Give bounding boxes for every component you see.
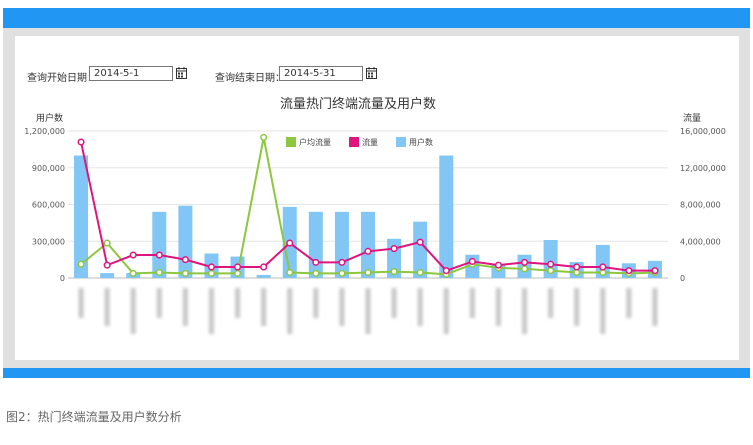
- flow-point: [103, 261, 111, 269]
- flow-point: [416, 238, 424, 246]
- flow-point: [651, 267, 659, 275]
- legend-swatch: [349, 137, 359, 147]
- flow-point: [286, 239, 294, 247]
- flow-point: [338, 258, 346, 266]
- legend-swatch: [396, 137, 406, 147]
- flow-point: [547, 260, 555, 268]
- right-tick-label: 0: [680, 274, 685, 283]
- flow-point: [599, 263, 607, 271]
- left-tick-label: 300,000: [32, 237, 65, 246]
- figure-caption: 图2：热门终端流量及用户数分析: [6, 410, 182, 424]
- bar-users: [256, 274, 271, 278]
- blurred-category-label: [600, 288, 606, 334]
- bar-users: [178, 205, 193, 278]
- bar-users: [308, 211, 323, 278]
- avg-flow-point: [390, 268, 398, 276]
- blurred-category-label: [235, 288, 241, 318]
- blurred-category-label: [156, 288, 162, 318]
- legend-swatch: [286, 137, 296, 147]
- flow-point: [364, 247, 372, 255]
- blurred-category-label: [652, 288, 658, 326]
- right-tick-label: 8,000,000: [680, 201, 721, 210]
- blurred-category-label: [522, 288, 528, 334]
- flow-point: [468, 257, 476, 266]
- blurred-category-label: [574, 288, 580, 326]
- blurred-category-label: [443, 288, 449, 334]
- avg-flow-point: [129, 269, 137, 277]
- flow-point: [129, 251, 137, 259]
- avg-flow-point: [364, 268, 372, 277]
- blurred-category-label: [391, 288, 397, 318]
- flow-point: [207, 263, 216, 271]
- avg-flow-point: [547, 267, 555, 275]
- blurred-category-label: [626, 288, 632, 318]
- blurred-category-label: [104, 288, 110, 326]
- avg-flow-point: [312, 269, 320, 277]
- flow-point: [494, 261, 502, 269]
- bar-users: [361, 211, 375, 278]
- avg-flow-point: [520, 265, 529, 273]
- chart-title: 流量热门终端流量及用户数: [280, 96, 436, 112]
- flow-point: [520, 258, 529, 266]
- avg-flow-point: [155, 268, 163, 277]
- blurred-category-label: [548, 288, 554, 318]
- right-axis-ticks: 16,000,000 12,000,000 8,000,000 4,000,000 0: [680, 127, 726, 283]
- blurred-category-label: [417, 288, 423, 326]
- avg-flow-point: [103, 239, 111, 247]
- left-tick-label: 0: [60, 274, 65, 283]
- bar-users: [152, 211, 167, 278]
- left-axis-ticks: 1,200,000 900,000 600,000 300,000 0: [24, 127, 65, 283]
- blurred-category-label: [287, 288, 293, 334]
- avg-flow-point: [573, 268, 581, 277]
- legend: 户均流量 流量 用户数: [286, 137, 433, 147]
- flow-point: [573, 263, 581, 271]
- flow-point: [625, 267, 633, 275]
- bar-users: [334, 211, 349, 278]
- flow-point: [77, 138, 85, 146]
- flow-point: [181, 256, 189, 264]
- right-tick-label: 16,000,000: [680, 127, 726, 136]
- avg-flow-point: [416, 268, 424, 277]
- blurred-category-label: [261, 288, 267, 326]
- blurred-category-label: [313, 288, 319, 318]
- traffic-users-chart: 流量热门终端流量及用户数 用户数 流量 1,200,000 900,000 600,…: [24, 96, 726, 334]
- legend-label: 户均流量: [299, 137, 331, 147]
- legend-label: 流量: [362, 137, 378, 147]
- bar-users: [439, 155, 454, 278]
- legend-label: 用户数: [409, 137, 433, 147]
- blurred-category-label: [182, 288, 188, 326]
- blurred-category-label: [365, 288, 371, 334]
- blurred-category-label: [130, 288, 136, 334]
- avg-flow-point: [338, 269, 346, 277]
- avg-flow-point: [286, 268, 294, 277]
- avg-flow-point: [77, 260, 85, 268]
- avg-flow-point: [234, 269, 242, 277]
- right-tick-label: 4,000,000: [680, 237, 721, 246]
- avg-flow-point: [181, 269, 189, 277]
- user-bars: [74, 155, 662, 278]
- blurred-category-label: [78, 288, 84, 318]
- blurred-category-label: [339, 288, 345, 326]
- flow-point: [312, 258, 320, 266]
- avg-flow-point: [260, 133, 268, 141]
- left-axis-label: 用户数: [36, 112, 63, 124]
- avg-flow-point: [207, 269, 216, 277]
- left-tick-label: 900,000: [32, 164, 65, 173]
- blurred-category-label: [469, 288, 475, 318]
- flow-point: [234, 263, 242, 271]
- blurred-category-label: [495, 288, 501, 326]
- right-tick-label: 12,000,000: [680, 164, 726, 173]
- blurred-category-label: [208, 288, 214, 334]
- bar-users: [100, 273, 115, 278]
- blurred-category-labels: [78, 288, 658, 334]
- avg-flow-point: [599, 268, 607, 277]
- flow-point: [260, 263, 268, 271]
- left-tick-label: 600,000: [32, 201, 65, 210]
- flow-point: [155, 251, 163, 259]
- left-tick-label: 1,200,000: [24, 127, 65, 136]
- right-axis-label: 流量: [683, 112, 701, 124]
- flow-point: [390, 245, 398, 253]
- flow-point: [442, 267, 450, 275]
